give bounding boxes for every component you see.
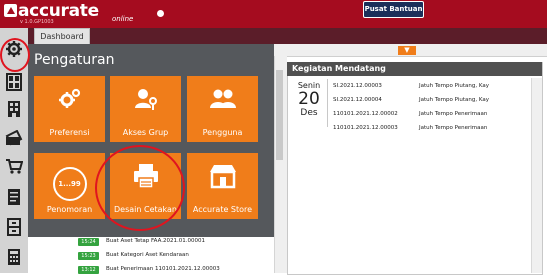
app-logo-sub: online [112, 15, 134, 23]
users-icon [187, 86, 258, 118]
activity-text[interactable]: Buat Aset Tetap FAA.2021.01.00001 [106, 238, 205, 244]
cart-icon[interactable] [3, 157, 25, 175]
agenda-title: Kegiatan Mendatang [287, 62, 542, 76]
activity-time: 15:23 [78, 252, 99, 260]
agenda-scrollbar[interactable] [531, 78, 542, 273]
tile-label: Accurate Store [192, 205, 253, 214]
user-key-icon [110, 86, 181, 118]
highlight-circle-print-design [95, 145, 185, 231]
event-ref[interactable]: SI.2021.12.00004 [333, 97, 382, 103]
tile-preferences[interactable]: Preferensi [34, 76, 105, 142]
event-desc: Jatuh Tempo Piutang, Kay [419, 83, 489, 89]
card-icon[interactable] [3, 129, 25, 147]
app-logo: accurate [18, 1, 99, 21]
calculator-icon[interactable] [3, 248, 25, 266]
settings-title: Pengaturan [34, 52, 115, 68]
event-desc: Jatuh Tempo Penerimaan [419, 111, 488, 117]
activity-text[interactable]: Buat Kategori Aset Kendaraan [106, 252, 189, 258]
accurate-logo-icon [4, 4, 17, 17]
event-ref[interactable]: 110101.2021.12.00003 [333, 125, 398, 131]
activity-time: 15:24 [78, 238, 99, 246]
tab-dashboard[interactable]: Dashboard [34, 28, 90, 45]
event-desc: Jatuh Tempo Penerimaan [419, 125, 488, 131]
agenda-divider [327, 79, 328, 127]
event-desc: Jatuh Tempo Piutang, Kay [419, 97, 489, 103]
cabinet-icon[interactable] [3, 218, 25, 236]
help-center-button[interactable]: Pusat Bantuan [363, 1, 424, 18]
event-ref[interactable]: SI.2021.12.00003 [333, 83, 382, 89]
tile-label: Akses Grup [122, 128, 169, 137]
activity-text[interactable]: Buat Penerimaan 110101.2021.12.00003 [106, 266, 220, 272]
highlight-circle-gear [0, 38, 30, 72]
tile-label: Preferensi [49, 128, 90, 137]
agenda-month: Des [300, 108, 318, 118]
status-dot-icon [157, 10, 164, 17]
app-version: v 1.0.GP1003 [20, 19, 54, 25]
agenda-day-number: 20 [298, 89, 320, 109]
tile-accurate-store[interactable]: Accurate Store [187, 153, 258, 219]
gears-icon [34, 86, 105, 118]
grid-icon[interactable] [3, 73, 25, 91]
left-scrollbar-thumb[interactable] [276, 70, 283, 160]
tile-users[interactable]: Pengguna [187, 76, 258, 142]
event-ref[interactable]: 110101.2021.12.00002 [333, 111, 398, 117]
collapse-arrow-icon[interactable]: ▼ [398, 46, 416, 55]
store-icon [187, 163, 258, 195]
tab-bar [28, 28, 547, 44]
numbering-glyph: 1...99 [52, 167, 87, 201]
building-icon[interactable] [3, 100, 25, 118]
tile-label: Pengguna [202, 128, 243, 137]
agenda-date: Senin 20 Des [292, 79, 326, 124]
tile-group-access[interactable]: Akses Grup [110, 76, 181, 142]
document-icon[interactable] [3, 188, 25, 206]
tile-label: Penomoran [46, 205, 93, 214]
